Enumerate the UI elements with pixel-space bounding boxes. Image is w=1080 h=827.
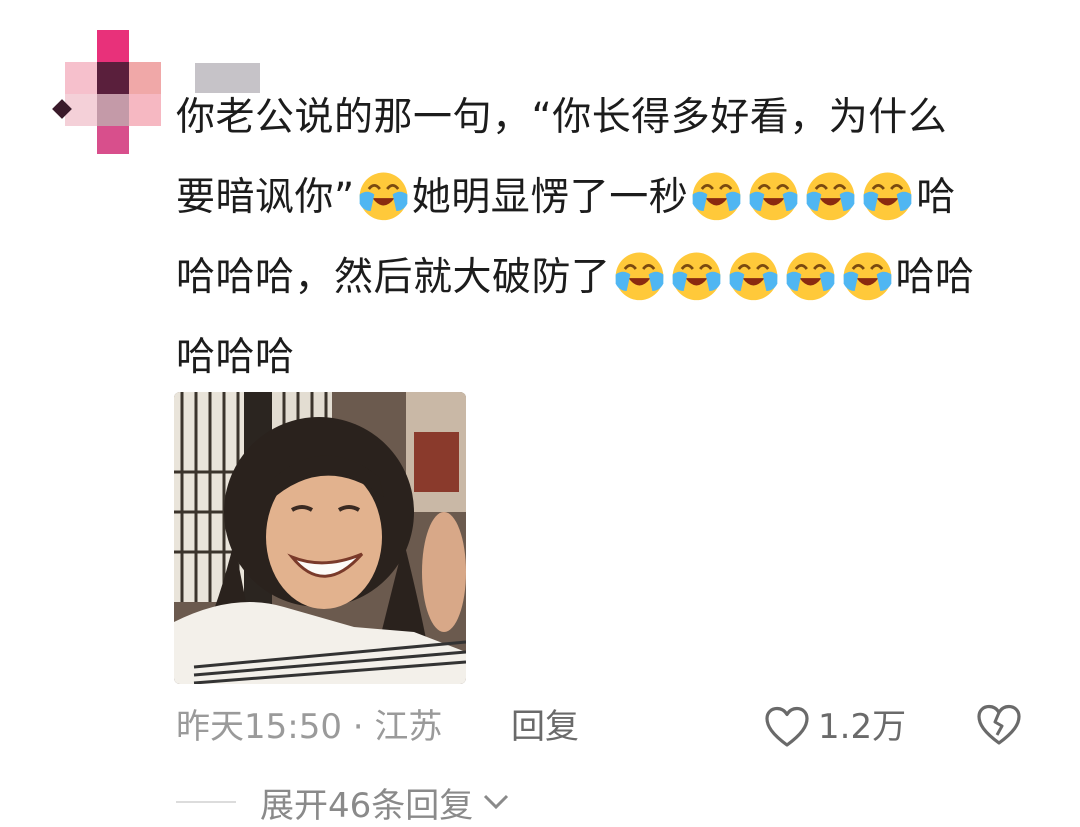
laughing-crying-emoji-icon: [803, 167, 858, 222]
laughing-crying-emoji-icon: [669, 247, 724, 302]
chevron-down-icon: [484, 794, 509, 810]
broken-heart-icon: [977, 704, 1021, 745]
laughing-crying-emoji-icon: [783, 247, 838, 302]
comment-line: 哈哈哈，然后就大破防了 哈哈: [176, 238, 1046, 318]
avatar[interactable]: [52, 30, 165, 155]
laughing-crying-emoji-icon: [356, 167, 411, 222]
like-count: 1.2万: [818, 707, 907, 747]
comment-text-segment: 哈: [916, 175, 956, 220]
comment-text-segment: 哈哈哈: [176, 335, 295, 380]
comment-line: 哈哈哈: [176, 318, 1046, 398]
reply-button[interactable]: 回复: [511, 702, 579, 752]
laughing-crying-emoji-icon: [612, 247, 667, 302]
comment-text-segment: 哈哈哈，然后就大破防了: [176, 255, 611, 300]
comment-image[interactable]: [174, 392, 466, 684]
comment-line: 要暗讽你” 她明显愣了一秒 哈: [176, 158, 1046, 238]
comment-meta: 昨天15:50 · 江苏 回复 1.2万: [176, 702, 1080, 752]
laughing-crying-emoji-icon: [746, 167, 801, 222]
heart-icon: [765, 706, 809, 747]
like-button[interactable]: 1.2万: [764, 702, 906, 752]
expand-replies-button[interactable]: 展开46条回复: [176, 782, 511, 826]
expand-replies-label: 展开46条回复: [260, 785, 474, 826]
timestamp-location: 昨天15:50 · 江苏: [176, 707, 443, 747]
comment-text-segment: 要暗讽你”: [176, 175, 355, 220]
dislike-button[interactable]: [976, 704, 1022, 760]
divider-line: [176, 801, 236, 803]
comment-text-segment: 她明显愣了一秒: [411, 175, 689, 220]
comment-text: 你老公说的那一句，“你长得多好看，为什么 要暗讽你” 她明显愣了一秒 哈哈哈哈，…: [176, 78, 1046, 398]
laughing-crying-emoji-icon: [689, 167, 744, 222]
comment-text-segment: 你老公说的那一句，“你长得多好看，为什么: [176, 95, 948, 140]
laughing-crying-emoji-icon: [860, 167, 915, 222]
laughing-crying-emoji-icon: [726, 247, 781, 302]
comment-text-segment: 哈哈: [895, 255, 975, 300]
laughing-crying-emoji-icon: [840, 247, 895, 302]
comment-line: 你老公说的那一句，“你长得多好看，为什么: [176, 78, 1046, 158]
